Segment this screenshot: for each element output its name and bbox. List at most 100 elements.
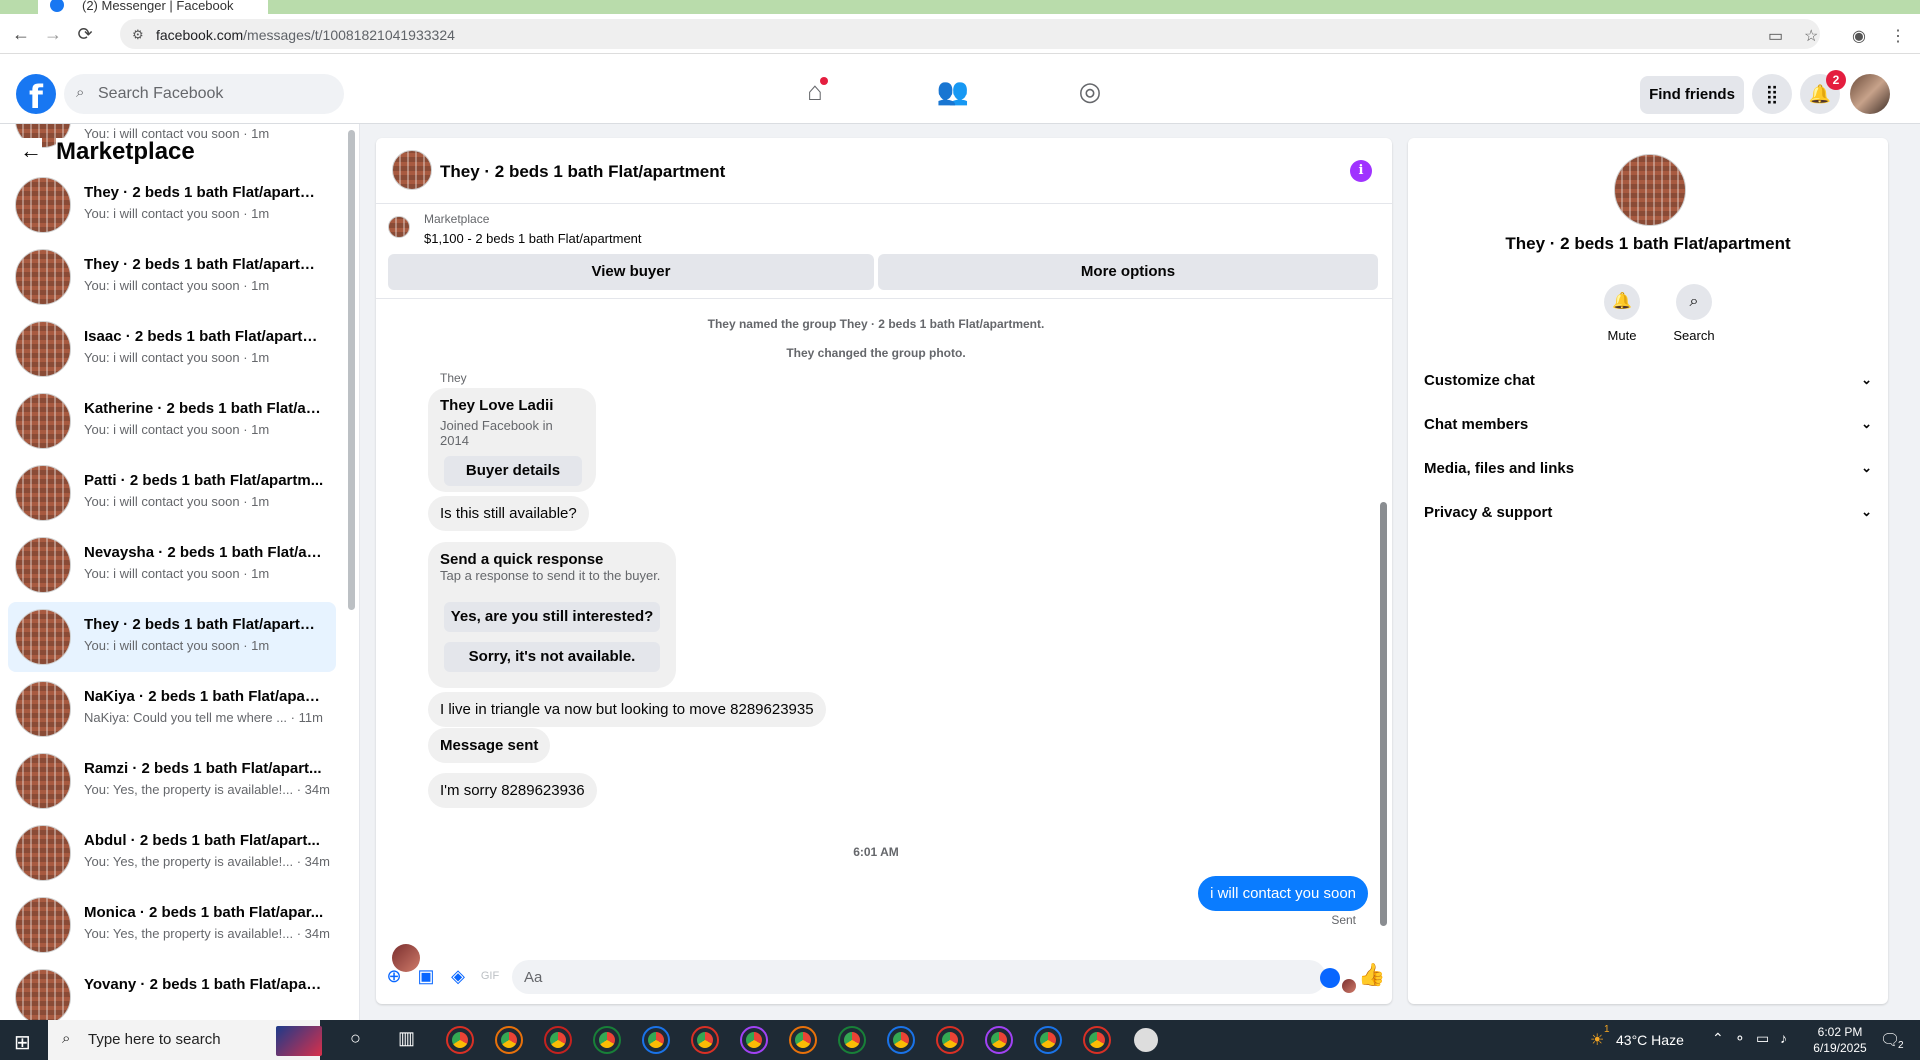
chrome-taskbar-icon[interactable] — [446, 1026, 474, 1054]
list-item[interactable]: Yovany · 2 beds 1 bath Flat/apart... — [8, 962, 336, 1020]
section-privacy-support[interactable]: Privacy & support ⌄ — [1424, 504, 1872, 521]
listing-thumbnail — [15, 969, 71, 1020]
search-icon: ⌕ — [76, 84, 85, 101]
chrome-taskbar-icon[interactable] — [789, 1026, 817, 1054]
chrome-taskbar-icon[interactable] — [838, 1026, 866, 1054]
list-item[interactable]: Katherine · 2 beds 1 bath Flat/ap... You:… — [8, 386, 336, 456]
groups-icon[interactable]: ◎ — [1070, 76, 1110, 112]
section-chat-members[interactable]: Chat members ⌄ — [1424, 416, 1872, 433]
list-item[interactable]: Abdul · 2 beds 1 bath Flat/apart... You: … — [8, 818, 336, 888]
list-item[interactable]: Isaac · 2 beds 1 bath Flat/apartm... You:… — [8, 314, 336, 384]
system-message: They named the group They · 2 beds 1 bat… — [707, 317, 1045, 331]
message-input[interactable]: Aa — [512, 960, 1326, 994]
list-item[interactable]: They · 2 beds 1 bath Flat/apartm... You: … — [8, 602, 336, 672]
home-notification-dot — [820, 77, 828, 85]
quick-response-title: Send a quick response — [440, 551, 604, 568]
list-item[interactable]: They · 2 beds 1 bath Flat/apartm... You: … — [8, 170, 336, 240]
address-bar-row: ← → ⟳ ⚙ facebook.com/messages/t/10081821… — [0, 14, 1920, 54]
menu-grid-icon[interactable]: ⣿ — [1752, 74, 1792, 114]
chrome-taskbar-icon[interactable] — [740, 1026, 768, 1054]
chrome-taskbar-icon[interactable] — [593, 1026, 621, 1054]
weather-icon[interactable]: ☀ — [1590, 1030, 1604, 1050]
chrome-taskbar-icon[interactable] — [1083, 1026, 1111, 1054]
reload-icon[interactable]: ⟳ — [74, 24, 96, 45]
quick-response-no-button[interactable]: Sorry, it's not available. — [444, 642, 660, 672]
search-highlight-icon[interactable] — [276, 1026, 322, 1056]
task-view-icon[interactable]: ▥ — [398, 1028, 415, 1049]
chrome-taskbar-icon[interactable] — [985, 1026, 1013, 1054]
list-item[interactable]: They · 2 beds 1 bath Flat/apartm... You: … — [8, 242, 336, 312]
list-scrollbar[interactable] — [348, 130, 355, 610]
network-icon[interactable]: ▭ — [1756, 1030, 1769, 1047]
chat-details-panel: They · 2 beds 1 bath Flat/apartment 🔔 Mu… — [1408, 138, 1888, 1004]
site-settings-icon[interactable]: ⚙ — [132, 27, 144, 43]
sent-status: Sent — [1331, 913, 1356, 927]
home-icon[interactable]: ⌂ — [795, 76, 835, 112]
search-button[interactable]: ⌕ Search — [1664, 284, 1724, 343]
image-icon[interactable]: ▣ — [416, 966, 436, 986]
facebook-search-input[interactable]: ⌕ Search Facebook — [64, 74, 344, 114]
conversation-list: You: i will contact you soon · 1m ← Market… — [0, 124, 360, 1020]
group-photo-large[interactable] — [1614, 154, 1686, 226]
buyer-details-button[interactable]: Buyer details — [444, 456, 582, 486]
forward-arrow-icon[interactable]: → — [42, 24, 64, 45]
friends-icon[interactable]: 👥 — [933, 76, 973, 112]
browser-tab[interactable]: (2) Messenger | Facebook — [38, 0, 268, 14]
listing-thumbnail — [15, 825, 71, 881]
chat-title[interactable]: They · 2 beds 1 bath Flat/apartment — [440, 162, 725, 182]
listing-thumbnail — [15, 609, 71, 665]
outgoing-message-bubble: i will contact you soon — [1198, 876, 1368, 911]
more-options-button[interactable]: More options — [878, 254, 1378, 290]
windows-start-icon[interactable]: ⊞ — [14, 1030, 31, 1055]
quick-response-yes-button[interactable]: Yes, are you still interested? — [444, 602, 660, 632]
chrome-menu-icon[interactable]: ⋮ — [1890, 26, 1906, 46]
gif-icon[interactable]: GIF — [480, 966, 500, 986]
view-buyer-button[interactable]: View buyer — [388, 254, 874, 290]
list-item[interactable]: Monica · 2 beds 1 bath Flat/apar... You: … — [8, 890, 336, 960]
mute-button[interactable]: 🔔 Mute — [1592, 284, 1652, 343]
avatar[interactable] — [1850, 74, 1890, 114]
cortana-icon[interactable]: ○ — [350, 1028, 361, 1049]
photos-taskbar-icon[interactable] — [1134, 1028, 1158, 1052]
info-icon[interactable]: i — [1350, 160, 1372, 182]
message-bubble: Is this still available? — [428, 496, 589, 531]
find-friends-button[interactable]: Find friends — [1640, 76, 1744, 114]
plus-icon[interactable]: ⊕ — [384, 966, 404, 986]
clock-time: 6:02 PM — [1817, 1025, 1863, 1039]
clock[interactable]: 6:02 PM 6/19/2025 — [1800, 1024, 1880, 1056]
list-item[interactable]: Ramzi · 2 beds 1 bath Flat/apart... You: … — [8, 746, 336, 816]
group-photo[interactable] — [392, 150, 432, 190]
sticker-icon[interactable]: ◈ — [448, 966, 468, 986]
install-icon[interactable]: ▭ — [1768, 26, 1783, 46]
chrome-taskbar-icon[interactable] — [887, 1026, 915, 1054]
chrome-taskbar-icon[interactable] — [936, 1026, 964, 1054]
bookmark-star-icon[interactable]: ☆ — [1804, 26, 1818, 46]
meet-icon[interactable]: ⚬ — [1734, 1030, 1746, 1047]
listing-price[interactable]: $1,100 - 2 beds 1 bath Flat/apartment — [424, 231, 642, 246]
chevron-up-icon[interactable]: ⌃ — [1712, 1030, 1724, 1047]
facebook-logo[interactable]: f — [16, 74, 56, 116]
chrome-taskbar-icon[interactable] — [691, 1026, 719, 1054]
list-item[interactable]: Patti · 2 beds 1 bath Flat/apartm... You:… — [8, 458, 336, 528]
thread-scrollbar[interactable] — [1380, 502, 1387, 926]
chrome-taskbar-icon[interactable] — [642, 1026, 670, 1054]
section-media-files-links[interactable]: Media, files and links ⌄ — [1424, 460, 1872, 477]
notification-badge: 2 — [1826, 70, 1846, 90]
like-thumb-icon[interactable]: 👍 — [1358, 962, 1385, 988]
chrome-taskbar-icon[interactable] — [544, 1026, 572, 1054]
emoji-icon[interactable] — [1320, 968, 1340, 988]
section-customize-chat[interactable]: Customize chat ⌄ — [1424, 372, 1872, 389]
profile-icon[interactable]: ◉ — [1852, 26, 1866, 46]
chrome-taskbar-icon[interactable] — [495, 1026, 523, 1054]
weather-text[interactable]: 43°C Haze — [1616, 1032, 1684, 1048]
listing-thumbnail — [15, 249, 71, 305]
conversation-preview: You: i will contact you soon · 1m — [84, 278, 270, 293]
chrome-taskbar-icon[interactable] — [1034, 1026, 1062, 1054]
conversation-preview: You: Yes, the property is available!... … — [84, 926, 330, 941]
back-arrow-icon[interactable]: ← — [20, 138, 42, 164]
back-arrow-icon[interactable]: ← — [10, 24, 32, 45]
volume-icon[interactable]: ♪ — [1780, 1030, 1787, 1046]
list-item[interactable]: NaKiya · 2 beds 1 bath Flat/apart... NaKi… — [8, 674, 336, 744]
url-field[interactable]: ⚙ facebook.com/messages/t/10081821041933… — [120, 19, 1820, 49]
list-item[interactable]: Nevaysha · 2 beds 1 bath Flat/ap... You: … — [8, 530, 336, 600]
